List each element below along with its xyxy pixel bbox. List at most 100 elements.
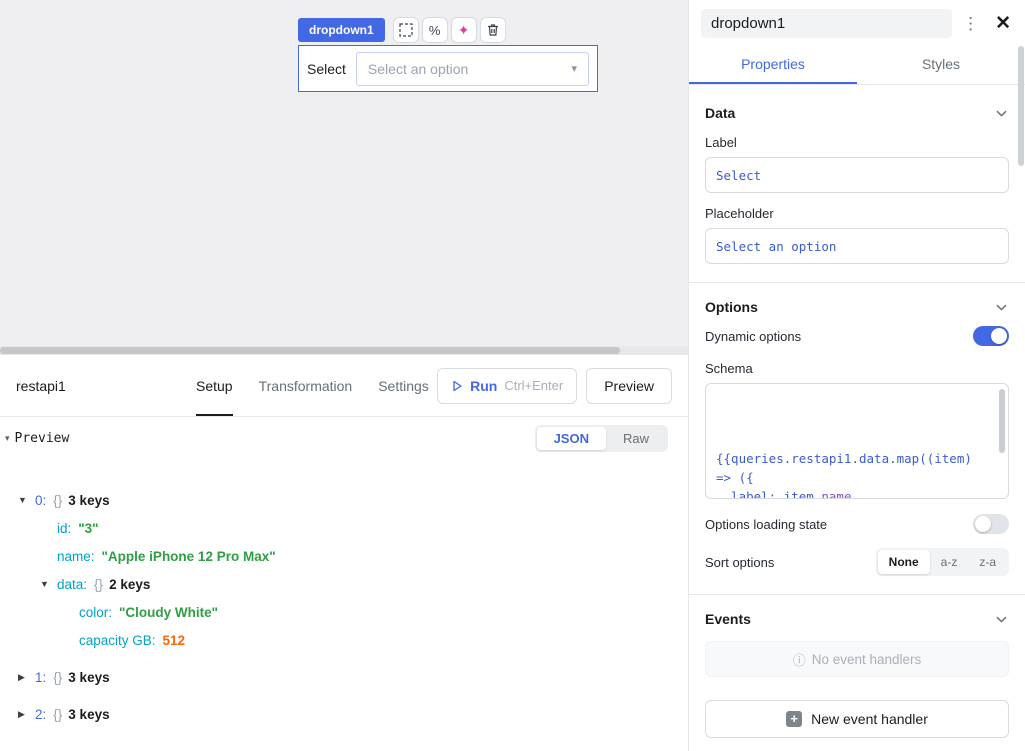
sort-option-z-a[interactable]: z-a [968,550,1007,574]
close-icon[interactable]: ✕ [989,12,1017,35]
tree-value: "3" [78,521,98,536]
placeholder-input[interactable]: Select an option [705,228,1009,264]
section-divider [689,282,1025,283]
tree-value: "Apple iPhone 12 Pro Max" [102,549,276,564]
inspector-tab-properties[interactable]: Properties [689,46,857,84]
query-tabs: Setup Transformation Settings [196,355,429,416]
preview-bar: ▾ Preview JSONRaw [0,417,688,459]
tree-value: 512 [163,633,186,648]
options-loading-toggle[interactable] [973,514,1009,534]
preview-button[interactable]: Preview [586,368,672,404]
inspector-scrollbar[interactable] [1018,46,1024,166]
app-root: dropdown1 % ✦ Select Select an option ▾ [0,0,1025,751]
inspector-header: dropdown1 ⋮ ✕ [689,0,1025,40]
preview-mode-json[interactable]: JSON [537,427,606,450]
label-field-label: Label [705,135,1009,150]
options-loading-label: Options loading state [705,517,827,532]
tree-key: 2: [35,707,46,722]
delete-widget-button[interactable] [480,17,506,43]
collapse-preview-icon[interactable]: ▾ [5,433,10,444]
section-divider [689,594,1025,595]
tree-key: 1: [35,670,46,685]
plus-icon: + [786,711,802,727]
options-section-header: Options [705,297,1009,316]
tree-keys-count: 3 keys [68,707,109,722]
dropdown-widget[interactable]: Select Select an option ▾ [298,45,598,92]
dynamic-options-toggle[interactable] [973,326,1009,346]
ai-sparkle-icon[interactable]: ✦ [451,17,477,43]
query-tab-setup[interactable]: Setup [196,355,233,416]
no-event-handlers-text: No event handlers [812,652,922,667]
trash-icon [486,23,500,37]
run-button[interactable]: Run Ctrl+Enter [437,368,577,404]
json-tree-row: id:"3" [14,514,688,542]
inspector-body: Data Label Select Placeholder Select an … [689,85,1025,751]
tree-braces: {} [53,707,62,722]
tree-braces: {} [94,577,103,592]
schema-label: Schema [705,361,1009,376]
chevron-down-icon[interactable] [994,609,1009,628]
query-tab-transformation[interactable]: Transformation [259,355,353,416]
code-line: => ({ [716,468,998,487]
data-section-title: Data [705,105,735,121]
tree-keys-count: 3 keys [68,670,109,685]
play-icon [451,380,463,392]
widget-name-tag[interactable]: dropdown1 [298,18,385,42]
widget-name-field[interactable]: dropdown1 [701,9,952,38]
canvas[interactable]: dropdown1 % ✦ Select Select an option ▾ [0,0,688,355]
preview-section-title: Preview [15,431,70,446]
query-tab-settings[interactable]: Settings [378,355,429,416]
new-event-handler-button[interactable]: + New event handler [705,700,1009,738]
label-input[interactable]: Select [705,157,1009,193]
json-tree-row[interactable]: ▼data:{}2 keys [14,570,688,598]
dropdown-placeholder: Select an option [368,61,572,77]
percent-icon[interactable]: % [422,17,448,43]
inspector-tab-styles[interactable]: Styles [857,46,1025,84]
tree-keys-count: 2 keys [109,577,150,592]
dropdown-widget-label: Select [307,61,346,77]
tree-key: capacity GB: [79,633,156,648]
sort-options-segmented: Nonea-zz-a [876,548,1009,576]
expand-icon[interactable]: ▶ [18,709,35,720]
sort-option-none[interactable]: None [878,550,930,574]
dynamic-options-label: Dynamic options [705,329,801,344]
data-section-header: Data [705,103,1009,122]
horizontal-scrollbar[interactable] [0,346,688,355]
run-label: Run [470,378,497,394]
chevron-down-icon[interactable] [994,297,1009,316]
info-icon: ⓘ [793,650,806,669]
chevron-down-icon[interactable] [994,103,1009,122]
preview-mode-raw[interactable]: Raw [606,427,666,450]
json-tree-row[interactable]: ▶2: {} 3 keys [14,700,688,728]
dynamic-options-row: Dynamic options [705,326,1009,346]
expand-icon[interactable]: ▶ [18,672,35,683]
options-loading-row: Options loading state [705,514,1009,534]
left-column: dropdown1 % ✦ Select Select an option ▾ [0,0,688,751]
dropdown-select[interactable]: Select an option ▾ [356,52,589,86]
select-area-icon[interactable] [393,17,419,43]
placeholder-field-label: Placeholder [705,206,1009,221]
sort-option-a-z[interactable]: a-z [930,550,969,574]
horizontal-scrollbar-thumb[interactable] [0,347,620,354]
kebab-menu-icon[interactable]: ⋮ [956,14,985,34]
inspector-panel: dropdown1 ⋮ ✕ PropertiesStyles Data Labe… [688,0,1025,751]
schema-code-editor[interactable]: {{queries.restapi1.data.map((item)=> ({ … [705,383,1009,499]
json-tree-row[interactable]: ▼0:{}3 keys [14,486,688,514]
json-tree-row[interactable]: ▶1:{}3 keys [14,663,688,691]
sort-options-label: Sort options [705,555,774,570]
tree-key: color: [79,605,112,620]
widget-chrome: dropdown1 % ✦ [298,17,506,43]
json-tree-row: color:"Cloudy White" [14,598,688,626]
options-section-title: Options [705,299,758,315]
tree-key: 0: [35,493,46,508]
query-actions: Run Ctrl+Enter Preview [437,368,672,404]
collapse-icon[interactable]: ▼ [40,579,57,589]
events-section-title: Events [705,611,751,627]
query-header: restapi1 SetupTransformationSettings Run… [0,355,688,417]
collapse-icon[interactable]: ▼ [18,495,35,505]
code-editor-scrollbar[interactable] [999,389,1005,453]
tree-keys-count: 3 keys [68,493,109,508]
run-shortcut: Ctrl+Enter [504,378,563,393]
query-panel: restapi1 SetupTransformationSettings Run… [0,355,688,751]
code-line: {{queries.restapi1.data.map((item) [716,449,998,468]
